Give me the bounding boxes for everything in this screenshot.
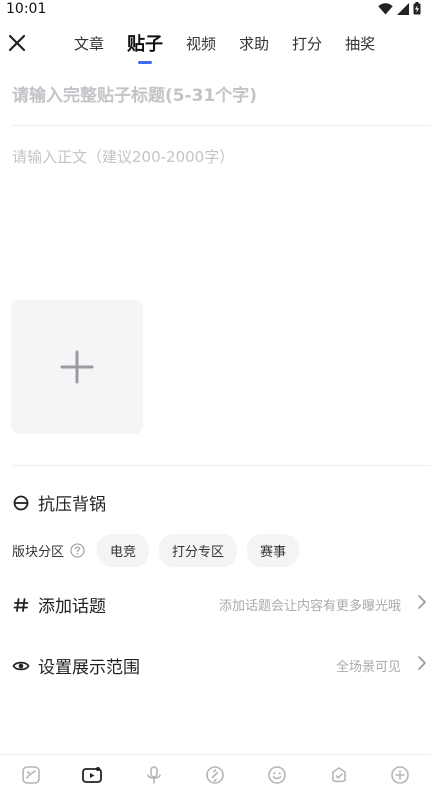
body-input[interactable]: [12, 146, 417, 286]
chevron-right-icon: [418, 595, 426, 609]
tab-post[interactable]: 贴子: [127, 30, 163, 64]
close-icon[interactable]: [6, 32, 28, 54]
tab-rating[interactable]: 打分: [292, 33, 322, 54]
tab-help[interactable]: 求助: [239, 33, 269, 54]
plus-icon: [60, 350, 94, 384]
help-icon[interactable]: [70, 543, 85, 558]
link-icon[interactable]: [204, 764, 226, 786]
section-label: 版块分区: [12, 545, 65, 560]
title-divider: [12, 125, 431, 126]
add-topic-hint: 添加话题会让内容有更多曝光哦: [218, 599, 401, 614]
tab-video[interactable]: 视频: [186, 33, 216, 54]
eye-icon: [12, 657, 30, 675]
signal-icon: [397, 2, 409, 15]
add-topic-row[interactable]: 添加话题 添加话题会让内容有更多曝光哦: [12, 592, 431, 617]
circle-row[interactable]: 抗压背锅: [12, 490, 431, 515]
add-image-button[interactable]: [11, 300, 143, 434]
post-type-tabs: 文章 贴子 视频 求助 打分 抽奖: [74, 24, 398, 64]
wifi-icon: [378, 2, 393, 15]
sticker-icon[interactable]: [20, 764, 42, 786]
vote-icon[interactable]: [328, 764, 350, 786]
more-plus-icon[interactable]: [389, 764, 411, 786]
circle-icon: [12, 494, 30, 512]
visibility-row[interactable]: 设置展示范围 全场景可见: [12, 653, 431, 678]
section-chip-events[interactable]: 赛事: [247, 534, 300, 567]
visibility-label: 设置展示范围: [38, 658, 140, 678]
title-input[interactable]: [12, 82, 417, 110]
tab-lottery[interactable]: 抽奖: [345, 33, 375, 54]
visibility-value: 全场景可见: [335, 660, 401, 675]
microphone-icon[interactable]: [143, 764, 165, 786]
chevron-right-icon: [418, 656, 426, 670]
status-time: 10:01: [6, 1, 47, 17]
editor-toolbar: [0, 754, 431, 794]
editor-divider: [12, 465, 431, 466]
emoji-icon[interactable]: [266, 764, 288, 786]
section-chip-esports[interactable]: 电竞: [97, 534, 150, 567]
battery-icon: [413, 2, 421, 15]
tab-article[interactable]: 文章: [74, 33, 104, 54]
top-bar: 文章 贴子 视频 求助 打分 抽奖: [0, 24, 431, 64]
status-bar: 10:01: [0, 0, 431, 20]
circle-name: 抗压背锅: [38, 495, 106, 515]
video-icon[interactable]: [81, 764, 103, 786]
add-topic-label: 添加话题: [38, 597, 106, 617]
section-chip-rating[interactable]: 打分专区: [159, 534, 238, 567]
section-row: 版块分区 电竞 打分专区 赛事: [12, 534, 431, 567]
hashtag-icon: [12, 596, 30, 614]
status-icons: [378, 2, 421, 15]
